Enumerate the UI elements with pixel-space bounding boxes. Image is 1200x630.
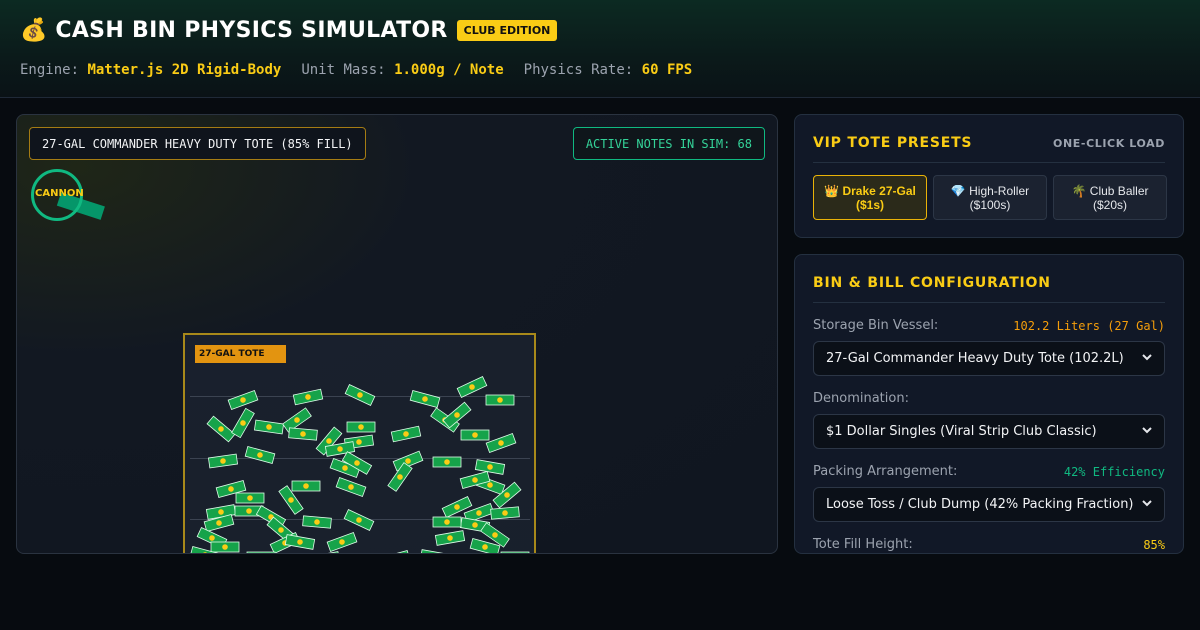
preset-drake-line2: ($1s)	[855, 197, 884, 212]
active-notes-counter: ACTIVE NOTES IN SIM: 68	[572, 127, 765, 160]
bill-note	[207, 453, 239, 469]
engine-stats: Engine: Matter.js 2D Rigid-Body Unit Mas…	[20, 62, 712, 78]
storage-volume-note: 102.2 Liters (27 Gal)	[1013, 319, 1165, 333]
bill-note	[210, 541, 240, 553]
bill-note	[485, 433, 517, 453]
bill-note	[390, 425, 422, 443]
vip-presets-card: VIP TOTE PRESETS ONE-CLICK LOAD 👑 Drake …	[794, 114, 1184, 238]
bill-note	[434, 530, 466, 546]
preset-high-roller[interactable]: 💎 High-Roller ($100s)	[933, 175, 1047, 220]
presets-title: VIP TOTE PRESETS	[813, 135, 973, 151]
chevron-down-icon	[1142, 354, 1152, 361]
denomination-label: Denomination:	[813, 391, 909, 406]
storage-bin-select[interactable]: 27-Gal Commander Heavy Duty Tote (102.2L…	[813, 341, 1165, 376]
presets-hint: ONE-CLICK LOAD	[1053, 137, 1165, 150]
bill-note	[485, 394, 515, 406]
tote-bin: 27-GAL TOTE	[183, 333, 536, 553]
divider	[813, 162, 1165, 163]
stat-physics-rate: Physics Rate: 60 FPS	[523, 62, 693, 78]
cannon-label: CANNON	[35, 188, 84, 199]
bill-note	[432, 456, 462, 468]
denomination-value: $1 Dollar Singles (Viral Strip Club Clas…	[826, 424, 1097, 439]
bill-note	[302, 515, 332, 529]
stat-unit-mass: Unit Mass: 1.000g / Note	[301, 62, 504, 78]
bill-note	[432, 516, 462, 528]
preset-high-roller-line1: 💎 High-Roller	[950, 183, 1030, 198]
preset-club-baller-line1: 🌴 Club Baller	[1071, 183, 1149, 198]
bill-note	[419, 549, 451, 553]
preset-club-baller-line2: ($20s)	[1092, 197, 1127, 212]
bill-note	[291, 480, 321, 492]
bill-notes	[189, 376, 530, 553]
preset-club-baller[interactable]: 🌴 Club Baller ($20s)	[1053, 175, 1167, 220]
fill-height-note: 85%	[1143, 538, 1165, 552]
packing-label: Packing Arrangement:	[813, 464, 958, 479]
preset-drake[interactable]: 👑 Drake 27-Gal ($1s)	[813, 175, 927, 220]
bill-note	[500, 551, 530, 553]
title-row: 💰 CASH BIN PHYSICS SIMULATOR CLUB EDITIO…	[20, 18, 558, 43]
bill-note	[284, 534, 316, 550]
storage-bin-value: 27-Gal Commander Heavy Duty Tote (102.2L…	[826, 351, 1124, 366]
money-bag-icon: 💰	[20, 18, 48, 43]
bill-note	[490, 506, 520, 520]
bill-note	[335, 477, 367, 497]
packing-select[interactable]: Loose Toss / Club Dump (42% Packing Frac…	[813, 487, 1165, 522]
bill-note	[206, 415, 236, 443]
cash-cannon[interactable]: CANNON	[31, 169, 131, 229]
crown-icon: 👑	[824, 183, 840, 198]
denomination-select[interactable]: $1 Dollar Singles (Viral Strip Club Clas…	[813, 414, 1165, 449]
preset-high-roller-line2: ($100s)	[969, 197, 1011, 212]
bill-note	[231, 407, 255, 439]
bill-note	[309, 551, 341, 553]
bin-config-card: BIN & BILL CONFIGURATION Storage Bin Ves…	[794, 254, 1184, 554]
palm-tree-icon: 🌴	[1071, 183, 1087, 198]
storage-label: Storage Bin Vessel:	[813, 318, 939, 333]
stat-engine: Engine: Matter.js 2D Rigid-Body	[20, 62, 282, 78]
bill-note	[409, 390, 441, 408]
bill-note	[456, 376, 488, 398]
fill-height-label: Tote Fill Height:	[813, 537, 913, 552]
bill-note	[326, 532, 358, 552]
bill-note	[227, 390, 259, 410]
preset-drake-line1: 👑 Drake 27-Gal	[824, 183, 916, 198]
bill-note	[253, 419, 285, 435]
chevron-down-icon	[1142, 500, 1152, 507]
gem-icon: 💎	[950, 183, 966, 198]
app-title: CASH BIN PHYSICS SIMULATOR	[55, 18, 448, 43]
app-header: 💰 CASH BIN PHYSICS SIMULATOR CLUB EDITIO…	[0, 0, 1200, 98]
bin-label: 27-GAL COMMANDER HEAVY DUTY TOTE (85% FI…	[29, 127, 366, 160]
bill-note	[474, 459, 506, 475]
edition-badge: CLUB EDITION	[456, 20, 558, 41]
bill-note	[343, 509, 375, 531]
packing-efficiency-note: 42% Efficiency	[1063, 465, 1165, 479]
bill-note	[460, 429, 490, 441]
bill-note	[246, 551, 276, 553]
bill-note	[288, 427, 318, 441]
packing-value: Loose Toss / Club Dump (42% Packing Frac…	[826, 497, 1134, 512]
simulation-canvas[interactable]: 27-GAL COMMANDER HEAVY DUTY TOTE (85% FI…	[16, 114, 778, 554]
bill-note	[292, 388, 324, 406]
bill-note	[235, 492, 265, 504]
bill-note	[379, 550, 411, 553]
config-title: BIN & BILL CONFIGURATION	[813, 275, 1051, 291]
chevron-down-icon	[1142, 427, 1152, 434]
bill-note	[344, 384, 376, 406]
bill-note	[244, 446, 276, 464]
bill-note	[346, 421, 376, 433]
divider	[813, 302, 1165, 303]
